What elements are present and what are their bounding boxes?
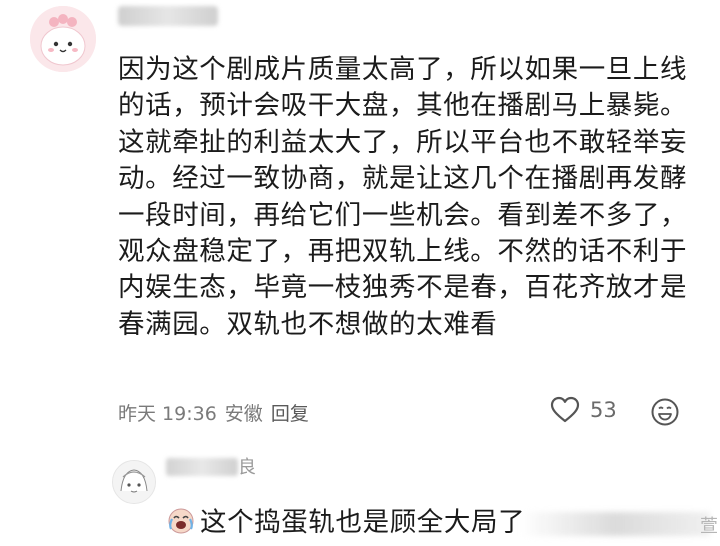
- reply-user-avatar[interactable]: [112, 460, 156, 504]
- user-avatar[interactable]: [30, 6, 96, 72]
- like-button[interactable]: 53: [550, 396, 617, 424]
- reply-button[interactable]: 回复: [271, 403, 309, 425]
- reply-username-tail: 良: [238, 457, 256, 478]
- comment-time: 昨天 19:36: [118, 403, 217, 425]
- avatar-sketch-icon: [113, 461, 155, 503]
- reply-username-redacted[interactable]: [166, 458, 238, 476]
- comment-location: 安徽: [224, 403, 263, 425]
- like-count: 53: [590, 398, 617, 422]
- reply-text: 这个捣蛋轨也是顾全大局了: [200, 507, 526, 538]
- emoji-reaction-button[interactable]: [650, 397, 680, 427]
- comment-meta: 昨天 19:36 安徽 回复: [118, 399, 317, 426]
- avatar-illustration-icon: [30, 6, 96, 72]
- watermark-char: 萱: [700, 516, 718, 537]
- watermark-redacted: [520, 512, 710, 536]
- username-redacted[interactable]: [118, 6, 218, 26]
- reply-content: 这个捣蛋轨也是顾全大局了: [166, 500, 525, 539]
- crying-laughing-emoji-icon: [168, 508, 194, 533]
- smiley-face-icon: [651, 398, 679, 426]
- heart-outline-icon: [550, 396, 580, 423]
- comment-text: 因为这个剧成片质量太高了，所以如果一旦上线的话，预计会吸干大盘，其他在播剧马上暴…: [118, 54, 688, 340]
